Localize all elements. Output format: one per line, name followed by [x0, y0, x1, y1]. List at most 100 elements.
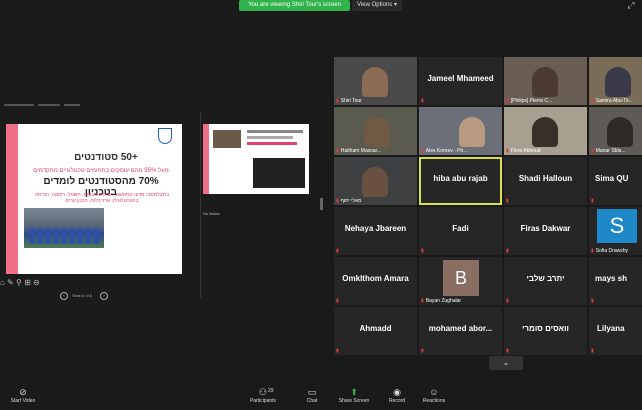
- participant-tile[interactable]: Jameel Mhameed ▮: [419, 57, 502, 105]
- participant-name: Jameel Mhameed: [427, 74, 494, 83]
- participant-name: Ahmadd: [359, 324, 392, 333]
- fullscreen-icon[interactable]: ⤢: [624, 0, 638, 11]
- participant-label: ▮ Flora Abboud: [506, 147, 541, 154]
- participant-tile[interactable]: Omklthom Amara ▮: [334, 257, 417, 305]
- main-slide: +50 סטודנטים מעל 95% מהם עוסקים בתחומים …: [6, 124, 182, 274]
- participant-tile[interactable]: יתרב שלבי ▮: [504, 257, 587, 305]
- participant-tile[interactable]: Shadi Halloun ▮: [504, 157, 587, 205]
- participant-name: mays sh: [595, 274, 628, 283]
- participant-tile[interactable]: Sima QU ▮: [589, 157, 642, 205]
- participant-tile[interactable]: ▮ Haitham Massar...: [334, 107, 417, 155]
- toolbar-item[interactable]: [38, 104, 60, 106]
- participant-gallery: ▮ Shiri Tour Jameel Mhameed ▮ ▮ [Philips] …: [334, 57, 642, 355]
- thumb-accent-band: [203, 124, 209, 194]
- participant-tile[interactable]: ▮ Manar Sbla...: [589, 107, 642, 155]
- participant-tile-active-speaker[interactable]: hiba abu rajab: [419, 157, 502, 205]
- participant-tile[interactable]: Lilyana ▮: [589, 307, 642, 355]
- toolbar-item[interactable]: [4, 104, 34, 106]
- share-screen-button[interactable]: ⬆ Share Screen: [334, 386, 374, 408]
- mic-muted-icon: ▮: [336, 298, 339, 304]
- thumb-text-line: [247, 130, 303, 133]
- mic-muted-icon: ▮: [506, 147, 509, 154]
- avatar: S: [597, 209, 637, 243]
- mic-muted-icon: ▮: [421, 98, 424, 104]
- chat-button[interactable]: ▭ Chat: [300, 386, 324, 408]
- mic-muted-icon: ▮: [506, 248, 509, 254]
- participant-name: hiba abu rajab: [433, 174, 488, 183]
- slide-title: +50 סטודנטים: [74, 152, 138, 163]
- mic-muted-icon: ▮: [421, 248, 424, 254]
- participant-tile[interactable]: Fadi ▮: [419, 207, 502, 255]
- participant-tile[interactable]: ▮ Alex Kornev - Ph...: [419, 107, 502, 155]
- prev-slide-icon[interactable]: ‹: [60, 292, 68, 300]
- gallery-chevron-down-icon[interactable]: ⌄: [489, 356, 523, 370]
- mic-muted-icon: ▮: [506, 348, 509, 354]
- participant-name: וואסים סומרי: [522, 324, 569, 333]
- participant-name: Sima QU: [595, 174, 629, 183]
- thumb-text-line: [247, 136, 293, 139]
- participant-label: ▮ Bayan Zughalar: [421, 297, 462, 304]
- start-video-button[interactable]: ⊘ Start Video: [6, 386, 40, 408]
- participant-tile[interactable]: S ▮ Sofia Drawshy: [589, 207, 642, 255]
- mic-muted-icon: ▮: [591, 198, 594, 204]
- participant-tile[interactable]: Firas Dakwar ▮: [504, 207, 587, 255]
- thumb-screenshot: [253, 158, 305, 188]
- mic-muted-icon: ▮: [336, 248, 339, 254]
- participants-count: 29: [268, 388, 274, 394]
- participants-icon: ⚇: [258, 387, 268, 397]
- split-drag-handle[interactable]: [320, 198, 323, 210]
- participant-label: ▮ Haitham Massar...: [336, 147, 382, 154]
- mic-muted-icon: ▮: [421, 147, 424, 154]
- participant-name: יתרב שלבי: [526, 274, 565, 283]
- participant-label: ▮ Alex Kornev - Ph...: [421, 147, 468, 154]
- participant-tile[interactable]: וואסים סומרי ▮: [504, 307, 587, 355]
- mic-muted-icon: ▮: [591, 97, 594, 104]
- presenter-tools[interactable]: ⌂ ✎ ⚲ ⊞ ⊖: [0, 278, 48, 288]
- participants-button[interactable]: ⚇ Participants: [246, 386, 280, 408]
- toolbar-item[interactable]: [64, 104, 80, 106]
- mic-muted-icon: ▮: [421, 348, 424, 354]
- slide-accent-band: [6, 124, 18, 274]
- mic-muted-icon: ▮: [591, 348, 594, 354]
- slide-navigation: ‹ Slide 6 of 6 ›: [60, 292, 128, 300]
- record-icon: ◉: [393, 387, 401, 397]
- mic-muted-icon: ▮: [336, 348, 339, 354]
- participant-label: ▮ Manar Sbla...: [591, 147, 626, 154]
- share-screen-icon: ⬆: [350, 387, 358, 397]
- chat-label: Chat: [306, 398, 318, 404]
- mic-muted-icon: ▮: [336, 197, 339, 204]
- participant-tile[interactable]: Nehaya Jbareen ▮: [334, 207, 417, 255]
- mic-muted-icon: ▮: [506, 298, 509, 304]
- start-video-label: Start Video: [10, 398, 36, 404]
- mic-muted-icon: ▮: [336, 147, 339, 154]
- participant-label: ▮ Samira Abu-To...: [591, 97, 633, 104]
- record-button[interactable]: ◉ Record: [384, 386, 410, 408]
- participant-name: Lilyana: [597, 324, 625, 333]
- participant-name: Fadi: [452, 224, 469, 233]
- mic-muted-icon: ▮: [421, 297, 424, 304]
- participant-label: ▮ Shiri Tour: [336, 97, 362, 104]
- participant-name: mohamed abor...: [428, 324, 493, 333]
- view-options-button[interactable]: View Options ▾: [352, 0, 402, 11]
- chat-icon: ▭: [307, 387, 317, 397]
- slide-body-text: בתעלתמה: מדעי המחשב, הנדסת מכונות, חשמל,…: [34, 192, 170, 204]
- participant-tile[interactable]: Ahmadd ▮: [334, 307, 417, 355]
- presenter-toolbar: [0, 104, 330, 112]
- reactions-label: Reactions: [422, 398, 446, 404]
- participant-tile[interactable]: mohamed abor... ▮: [419, 307, 502, 355]
- mic-muted-icon: ▮: [336, 97, 339, 104]
- participant-tile[interactable]: ▮ [Philips] Pierre C...: [504, 57, 587, 105]
- notes-label: No Notes: [203, 211, 220, 216]
- record-label: Record: [388, 398, 406, 404]
- participant-tile[interactable]: ▮ Samira Abu-To...: [589, 57, 642, 105]
- reactions-button[interactable]: ☺ Reactions: [418, 386, 450, 408]
- participant-tile[interactable]: B ▮ Bayan Zughalar: [419, 257, 502, 305]
- slide-counter: Slide 6 of 6: [72, 293, 93, 298]
- participant-tile[interactable]: mays sh ▮: [589, 257, 642, 305]
- participants-label: Participants: [249, 398, 277, 404]
- reactions-icon: ☺: [429, 387, 439, 397]
- participant-tile[interactable]: ▮ Shiri Tour: [334, 57, 417, 105]
- participant-tile[interactable]: ▮ מאלי יסוף: [334, 157, 417, 205]
- next-slide-icon[interactable]: ›: [100, 292, 108, 300]
- participant-tile[interactable]: ▮ Flora Abboud: [504, 107, 587, 155]
